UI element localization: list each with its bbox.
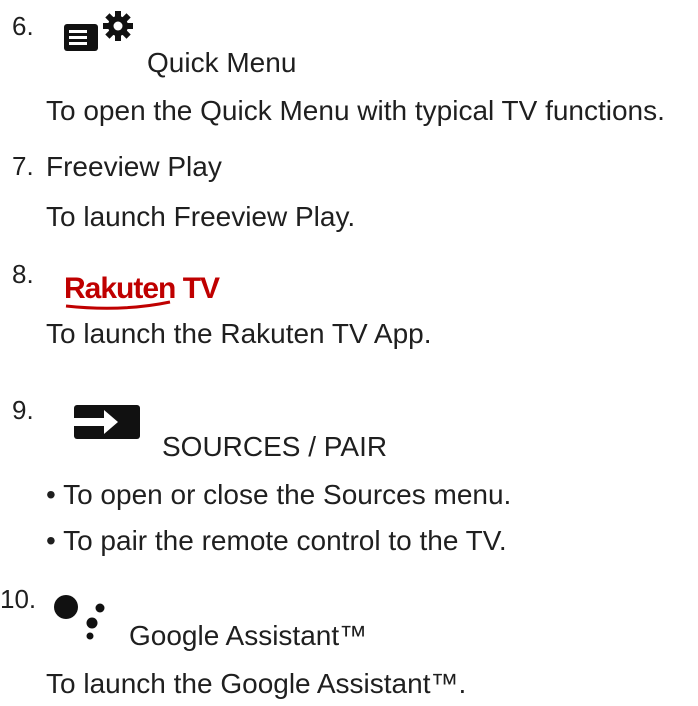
item-number: 9. [12,395,34,425]
item-description: To open the Quick Menu with typical TV f… [46,95,665,126]
google-assistant-label: Google Assistant™ [129,620,368,651]
google-assistant-icon [50,586,110,644]
svg-text:Rakuten TV: Rakuten TV [64,272,220,305]
item-description: To launch the Google Assistant™. [46,668,467,699]
bullet-item: • To pair the remote control to the TV. [46,525,507,556]
item-description: To launch Freeview Play. [46,201,356,232]
item-number: 10. [0,584,37,614]
quick-menu-label: Quick Menu [147,47,297,78]
item-number: 7. [12,151,34,181]
sources-pair-label: SOURCES / PAIR [162,431,388,462]
item-number: 8. [12,259,34,289]
item-number: 6. [12,11,34,41]
item-description: To launch the Rakuten TV App. [46,318,432,349]
rakuten-tv-logo: Rakuten TV [62,268,242,316]
freeview-play-label: Freeview Play [46,151,222,182]
sources-icon [74,405,140,439]
bullet-item: • To open or close the Sources menu. [46,479,512,510]
quick-menu-icon [64,8,136,56]
